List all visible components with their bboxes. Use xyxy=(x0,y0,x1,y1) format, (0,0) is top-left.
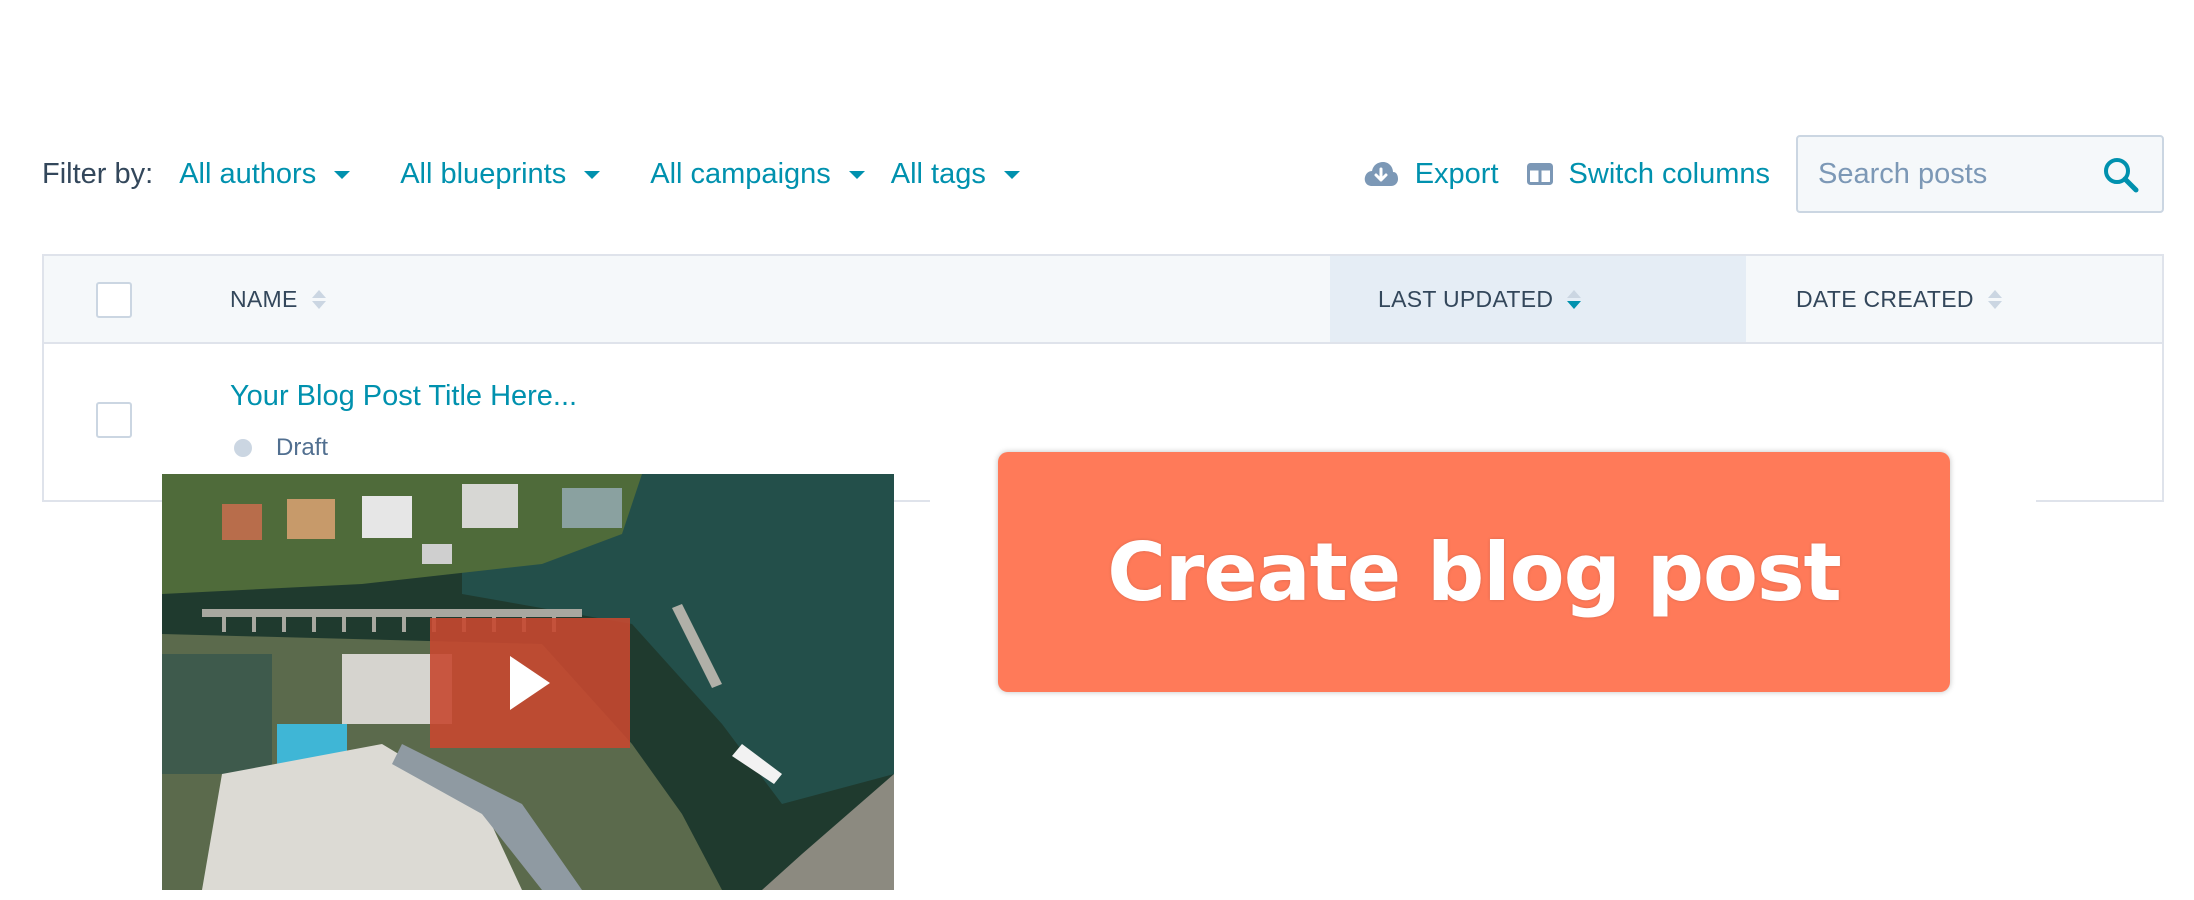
column-header-label: NAME xyxy=(230,285,298,312)
play-icon xyxy=(510,656,550,710)
create-blog-post-label: Create blog post xyxy=(1107,525,1842,619)
tags-filter-dropdown[interactable]: All tags xyxy=(891,158,1020,191)
switch-columns-button[interactable]: Switch columns xyxy=(1526,157,1770,191)
blueprints-filter-label: All blueprints xyxy=(400,157,567,190)
export-button[interactable]: Export xyxy=(1363,158,1499,191)
blog-post-title-link[interactable]: Your Blog Post Title Here... xyxy=(230,380,577,413)
authors-filter-label: All authors xyxy=(179,157,317,190)
play-button[interactable] xyxy=(430,618,630,748)
sort-icon xyxy=(311,289,326,309)
export-label: Export xyxy=(1414,157,1499,190)
create-blog-post-button[interactable]: Create blog post xyxy=(998,452,1950,692)
search-icon[interactable] xyxy=(2102,156,2140,199)
page-root: Filter by: All authors All blueprints Al… xyxy=(0,0,2194,900)
row-checkbox[interactable] xyxy=(96,402,132,438)
blueprints-filter-dropdown[interactable]: All blueprints xyxy=(400,157,601,191)
search-input[interactable] xyxy=(1798,137,2098,211)
column-header-label: LAST UPDATED xyxy=(1378,285,1554,312)
status-badge: Draft xyxy=(234,434,328,462)
switch-columns-label: Switch columns xyxy=(1568,157,1770,190)
sort-icon xyxy=(1987,289,2002,309)
table-header: NAME LAST UPDATED DATE CREATED xyxy=(44,256,2162,344)
authors-filter-dropdown[interactable]: All authors xyxy=(179,157,351,191)
columns-icon xyxy=(1526,163,1553,185)
chevron-down-icon xyxy=(1003,171,1020,179)
video-thumbnail[interactable] xyxy=(162,474,894,890)
sort-descending-icon xyxy=(1567,289,1582,309)
campaigns-filter-dropdown[interactable]: All campaigns xyxy=(650,158,865,191)
filter-label: Filter by: xyxy=(42,157,154,190)
filter-bar: Filter by: All authors All blueprints Al… xyxy=(42,134,2164,214)
column-header-date-created[interactable]: DATE CREATED xyxy=(1796,256,2002,342)
toolbar-right: Export Switch columns xyxy=(1363,134,2164,214)
campaigns-filter-label: All campaigns xyxy=(650,157,831,190)
column-header-label: DATE CREATED xyxy=(1796,285,1974,312)
column-header-last-updated[interactable]: LAST UPDATED xyxy=(1330,256,1746,342)
column-header-name[interactable]: NAME xyxy=(230,256,326,342)
chevron-down-icon xyxy=(584,171,601,179)
search-box xyxy=(1796,135,2164,213)
tags-filter-label: All tags xyxy=(890,157,986,190)
chevron-down-icon xyxy=(848,171,865,179)
chevron-down-icon xyxy=(334,171,351,179)
cloud-download-icon xyxy=(1363,160,1399,188)
select-all-checkbox[interactable] xyxy=(96,282,132,318)
status-label: Draft xyxy=(276,434,329,461)
status-dot-icon xyxy=(234,439,252,457)
